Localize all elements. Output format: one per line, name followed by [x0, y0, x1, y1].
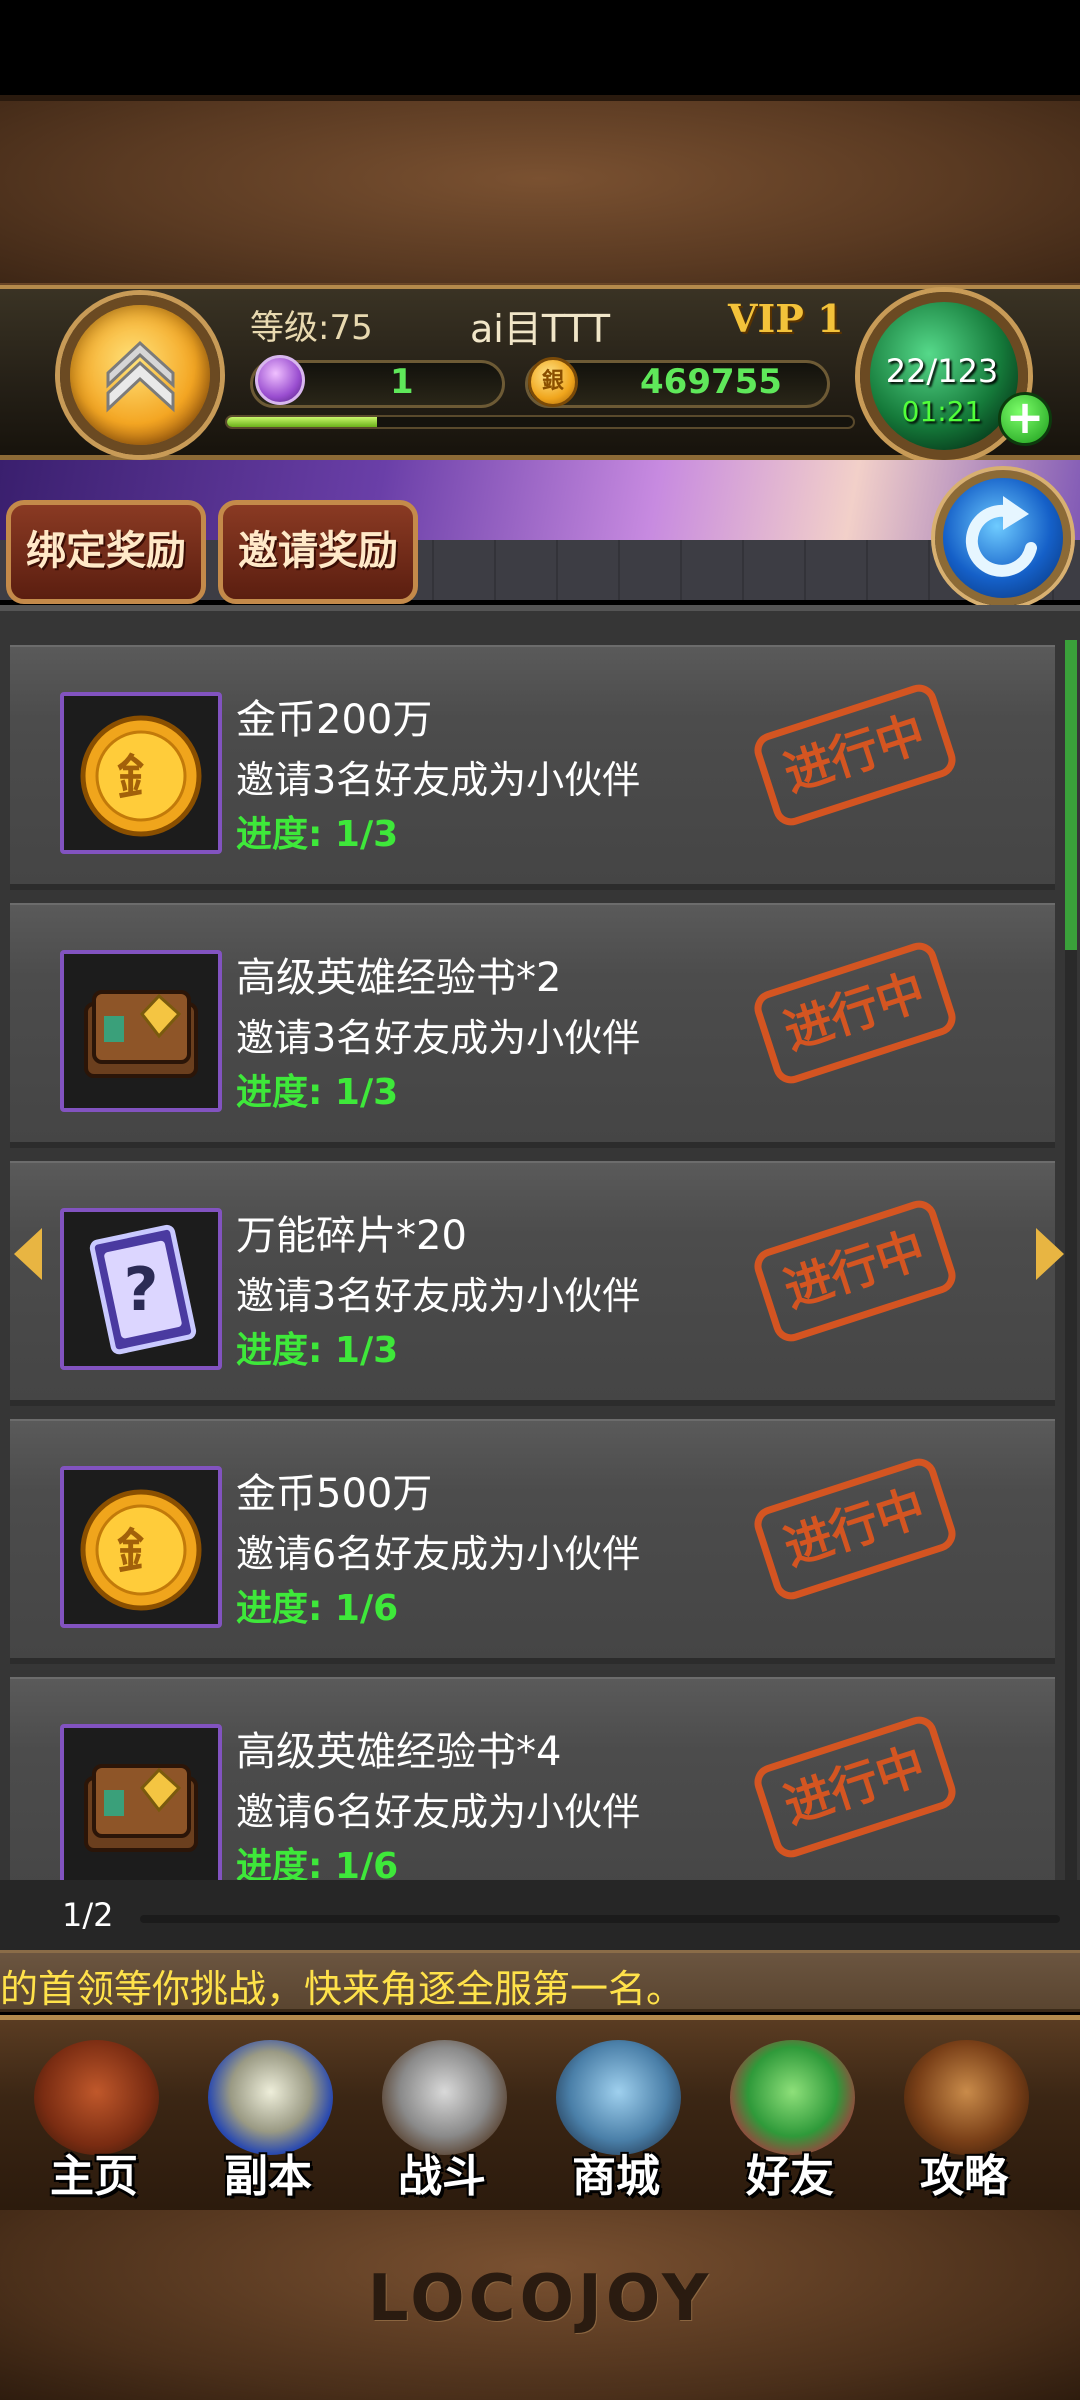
exp-progress-fill	[227, 417, 378, 427]
coin-icon: 銀	[528, 357, 578, 407]
reward-title: 万能碎片*20	[236, 1213, 467, 1259]
reward-list[interactable]: 釒 金币200万 邀请3名好友成为小伙伴 进度: 1/3 进行中 高级英雄经验书…	[0, 630, 1080, 1885]
hero-exp-book-icon	[60, 1724, 222, 1885]
svg-text:釒: 釒	[117, 1524, 165, 1580]
next-page-arrow-icon[interactable]	[1036, 1228, 1064, 1280]
list-item: 釒 金币500万 邀请6名好友成为小伙伴 进度: 1/6 进行中	[10, 1419, 1055, 1664]
brand-logo: LOCOJOY	[367, 2262, 713, 2336]
nav-label: 主页	[50, 2151, 138, 2202]
tab-invite-reward[interactable]: 邀请奖励	[218, 500, 418, 604]
nav-friends[interactable]: 好友	[710, 2040, 870, 2210]
energy-timer: 01:21	[901, 395, 983, 428]
reward-title: 高级英雄经验书*4	[236, 1729, 562, 1775]
reward-progress: 进度: 1/6	[236, 1846, 399, 1885]
reward-title: 金币200万	[236, 697, 433, 743]
back-button[interactable]	[935, 470, 1071, 606]
status-stamp: 进行中	[749, 1711, 961, 1863]
reward-description: 邀请3名好友成为小伙伴	[236, 1274, 641, 1318]
status-stamp: 进行中	[749, 1195, 961, 1347]
top-frame-decoration	[0, 95, 1080, 295]
return-arrow-icon	[965, 496, 1037, 577]
friends-icon	[730, 2040, 855, 2155]
nav-label: 好友	[746, 2151, 834, 2202]
announcement-text: 的首领等你挑战，快来角逐全服第一名。	[0, 1967, 685, 2011]
reward-title: 高级英雄经验书*2	[236, 955, 562, 1001]
player-level: 等级:75	[250, 308, 373, 348]
hero-exp-book-icon	[60, 950, 222, 1112]
nav-dungeon[interactable]: 副本	[188, 2040, 348, 2210]
gold-coin-icon: 釒	[60, 692, 222, 854]
status-bar	[0, 0, 1080, 95]
reward-description: 邀请6名好友成为小伙伴	[236, 1790, 641, 1834]
monster-shop-icon	[556, 2040, 681, 2155]
reward-description: 邀请3名好友成为小伙伴	[236, 758, 641, 802]
reward-title: 金币500万	[236, 1471, 433, 1517]
reward-progress: 进度: 1/3	[236, 1330, 399, 1371]
sword-icon	[382, 2040, 507, 2155]
nav-label: 商城	[572, 2151, 660, 2202]
page-indicator: 1/2	[62, 1896, 114, 1934]
house-icon	[34, 2040, 159, 2155]
nav-home[interactable]: 主页	[14, 2040, 174, 2210]
list-item: 釒 金币200万 邀请3名好友成为小伙伴 进度: 1/3 进行中	[10, 645, 1055, 890]
nav-label: 战斗	[398, 2151, 486, 2202]
universal-fragment-icon: ?	[60, 1208, 222, 1370]
rank-medal-button[interactable]	[60, 295, 220, 455]
scrollbar-thumb[interactable]	[1065, 640, 1077, 950]
list-item: 高级英雄经验书*2 邀请3名好友成为小伙伴 进度: 1/3 进行中	[10, 903, 1055, 1148]
reward-progress: 进度: 1/6	[236, 1588, 399, 1629]
reward-progress: 进度: 1/3	[236, 814, 399, 855]
nav-label: 攻略	[920, 2151, 1008, 2202]
reward-description: 邀请6名好友成为小伙伴	[236, 1532, 641, 1576]
gold-coin-icon: 釒	[60, 1466, 222, 1628]
gem-count: 1	[390, 362, 414, 402]
svg-text:?: ?	[124, 1255, 159, 1325]
tab-bind-reward[interactable]: 绑定奖励	[6, 500, 206, 604]
energy-count: 22/123	[885, 352, 999, 390]
pager-track	[140, 1915, 1060, 1923]
add-energy-button[interactable]: +	[998, 392, 1052, 446]
svg-text:釒: 釒	[117, 750, 165, 806]
reward-progress: 进度: 1/3	[236, 1072, 399, 1113]
previous-page-arrow-icon[interactable]	[14, 1228, 42, 1280]
reward-description: 邀请3名好友成为小伙伴	[236, 1016, 641, 1060]
vip-badge[interactable]: VIP 1	[728, 296, 844, 341]
chevron-up-icon	[106, 340, 175, 413]
status-stamp: 进行中	[749, 1453, 961, 1605]
status-stamp: 进行中	[749, 679, 961, 831]
exp-progress-bar	[225, 415, 855, 429]
guide-book-icon	[904, 2040, 1029, 2155]
status-stamp: 进行中	[749, 937, 961, 1089]
nav-guide[interactable]: 攻略	[884, 2040, 1044, 2210]
nav-battle[interactable]: 战斗	[362, 2040, 522, 2210]
gem-icon	[255, 355, 305, 405]
nav-shop[interactable]: 商城	[536, 2040, 696, 2210]
list-item: 高级英雄经验书*4 邀请6名好友成为小伙伴 进度: 1/6 进行中	[10, 1677, 1055, 1885]
gold-count: 469755	[640, 362, 782, 402]
list-item: ? 万能碎片*20 邀请3名好友成为小伙伴 进度: 1/3 进行中	[10, 1161, 1055, 1406]
player-name: ai目TTT	[470, 307, 611, 351]
skull-icon	[208, 2040, 333, 2155]
nav-label: 副本	[224, 2151, 312, 2202]
